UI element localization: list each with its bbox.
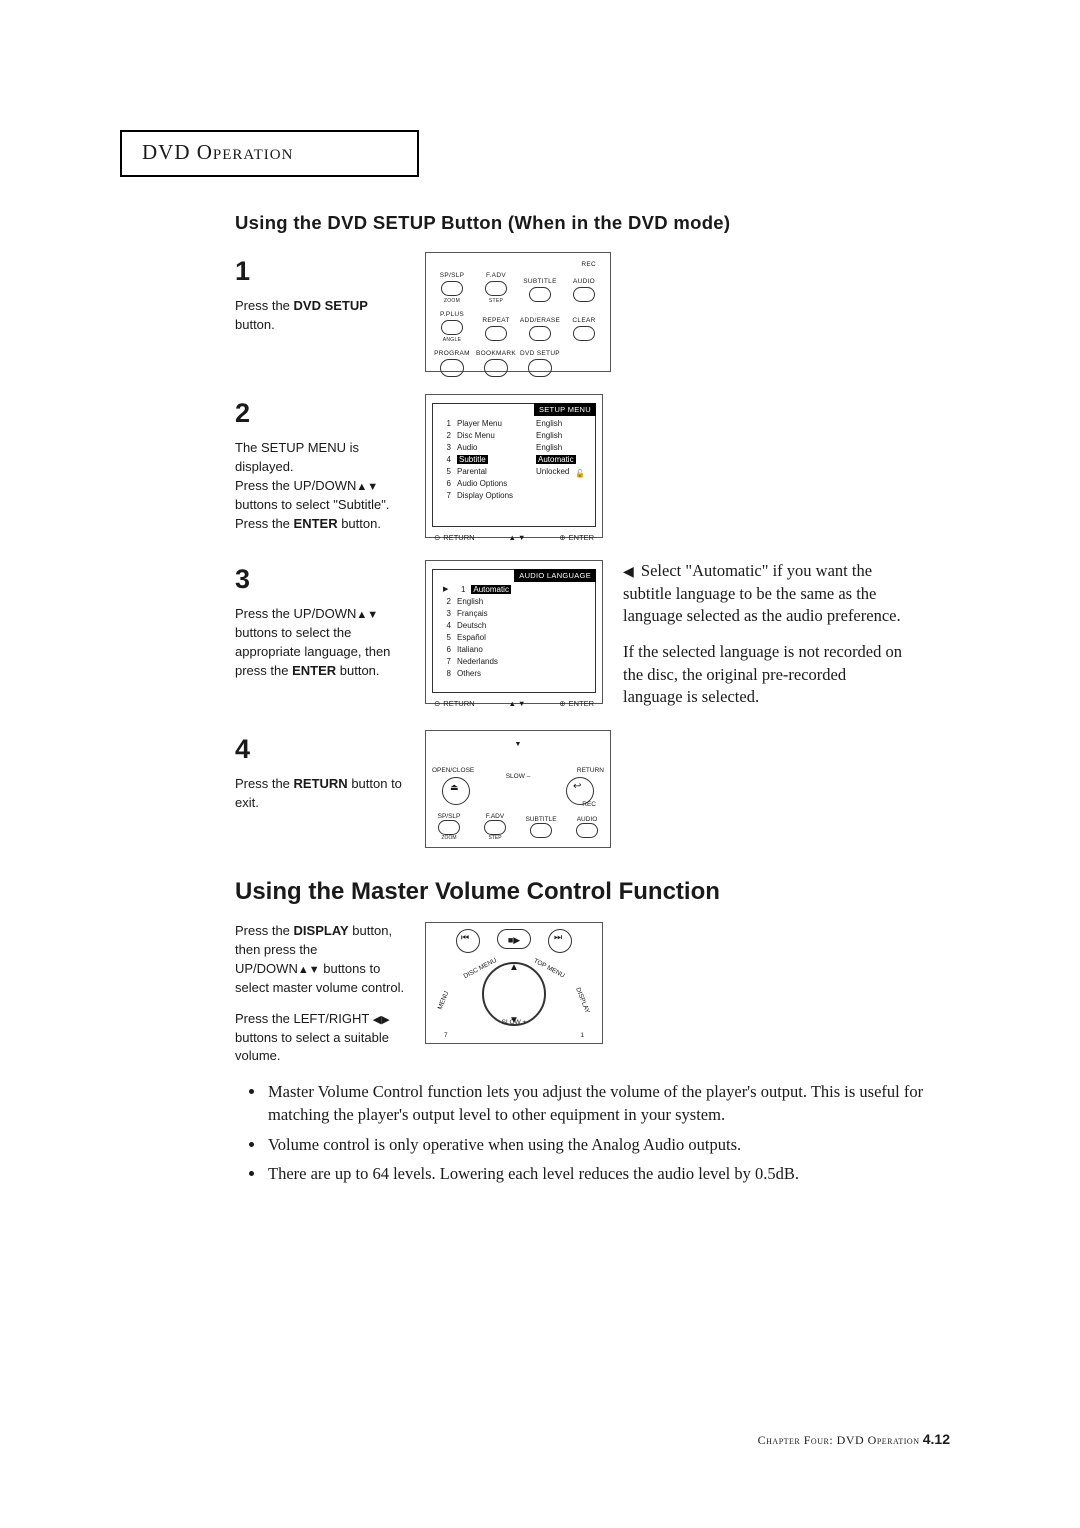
audio-lang-title: AUDIO LANGUAGE xyxy=(514,569,596,582)
setup-menu-item[interactable]: 5ParentalUnlocked xyxy=(443,466,589,478)
stop-play-button[interactable] xyxy=(497,929,531,949)
updown-icon: ▲ ▼ xyxy=(508,533,525,542)
audio-lang-item[interactable]: 4Deutsch xyxy=(443,620,589,632)
leftright-icon: ◀▶ xyxy=(373,1014,390,1026)
rec-label: REC xyxy=(430,259,606,270)
setup-menu-item[interactable]: 6Audio Options xyxy=(443,478,589,490)
bullet-item: Volume control is only operative when us… xyxy=(266,1133,966,1156)
audio-lang-item[interactable]: 6Italiano xyxy=(443,644,589,656)
page-footer: Chapter Four: DVD Operation 4.12 xyxy=(758,1431,950,1448)
step-3-note: Select "Automatic" if you want the subti… xyxy=(623,560,903,708)
return-icon: ⊙ xyxy=(434,533,440,542)
audio-lang-item[interactable]: 1Automatic xyxy=(443,584,589,596)
setup-menu-item[interactable]: 3AudioEnglish xyxy=(443,442,589,454)
angle-button[interactable] xyxy=(441,320,463,335)
audio-lang-item[interactable]: 5Español xyxy=(443,632,589,644)
step-button[interactable] xyxy=(485,281,507,296)
prev-button[interactable] xyxy=(456,929,480,953)
step-1-text: 1 Press the DVD SETUP button. xyxy=(235,252,405,335)
step-button[interactable] xyxy=(484,820,506,835)
adderase-button[interactable] xyxy=(529,326,551,341)
audio-lang-item[interactable]: 7Nederlands xyxy=(443,656,589,668)
updown-icon: ▲▼ xyxy=(356,481,378,493)
unlocked-icon xyxy=(575,468,585,476)
step-2: 2 The SETUP MENU is displayed. Press the… xyxy=(235,394,970,538)
dpad[interactable]: ▲▼ xyxy=(482,962,546,1026)
updown-icon: ▲ ▼ xyxy=(508,699,525,708)
remote-panel-volume: ▲▼ DISC MENU TOP MENU MENU DISPLAY SLOW … xyxy=(425,922,603,1044)
audio-button[interactable] xyxy=(576,823,598,838)
audio-button[interactable] xyxy=(573,287,595,302)
setup-menu-panel: SETUP MENU 1Player MenuEnglish2Disc Menu… xyxy=(425,394,603,538)
audio-lang-item[interactable]: 8Others xyxy=(443,668,589,680)
step-2-number: 2 xyxy=(235,394,405,433)
setup-menu-item[interactable]: 7Display Options xyxy=(443,490,589,502)
section-title-1: Using the DVD SETUP Button (When in the … xyxy=(235,212,970,234)
bullet-list: Master Volume Control function lets you … xyxy=(250,1080,966,1184)
chapter-header: DVD Operation xyxy=(120,130,419,177)
page: DVD Operation Using the DVD SETUP Button… xyxy=(0,0,1080,1528)
step-2-text: 2 The SETUP MENU is displayed. Press the… xyxy=(235,394,405,533)
updown-icon: ▲▼ xyxy=(298,964,320,976)
dvdsetup-button[interactable] xyxy=(528,359,552,377)
chapter-header-text: DVD Operation xyxy=(142,140,293,164)
step-1-number: 1 xyxy=(235,252,405,291)
step-3-text: 3 Press the UP/DOWN▲▼ buttons to select … xyxy=(235,560,405,681)
enter-icon: ⊕ xyxy=(559,533,565,542)
clear-button[interactable] xyxy=(573,326,595,341)
step-4-number: 4 xyxy=(235,730,405,769)
step-3: 3 Press the UP/DOWN▲▼ buttons to select … xyxy=(235,560,970,708)
open-close-button[interactable] xyxy=(442,777,470,805)
zoom-button[interactable] xyxy=(438,820,460,835)
left-triangle-icon xyxy=(623,561,637,580)
step-4: 4 Press the RETURN button to exit. ▼ OPE… xyxy=(235,730,970,848)
bullet-item: Master Volume Control function lets you … xyxy=(266,1080,966,1126)
bookmark-button[interactable] xyxy=(484,359,508,377)
audio-lang-item[interactable]: 2English xyxy=(443,596,589,608)
zoom-button[interactable] xyxy=(441,281,463,296)
setup-menu-item[interactable]: 2Disc MenuEnglish xyxy=(443,430,589,442)
repeat-button[interactable] xyxy=(485,326,507,341)
volume-instructions: Press the DISPLAY button, then press the… xyxy=(235,922,405,1066)
remote-panel-4: ▼ OPEN/CLOSE RETURN SLOW – REC SP/SLPZOO… xyxy=(425,730,611,848)
setup-menu-title: SETUP MENU xyxy=(534,403,596,416)
return-icon: ⊙ xyxy=(434,699,440,708)
remote-panel-1: REC SP/SLPZOOM F.ADVSTEP SUBTITLE AUDIO … xyxy=(425,252,611,372)
bullet-item: There are up to 64 levels. Lowering each… xyxy=(266,1162,966,1185)
step-4-text: 4 Press the RETURN button to exit. xyxy=(235,730,405,813)
next-button[interactable] xyxy=(548,929,572,953)
program-button[interactable] xyxy=(440,359,464,377)
subtitle-button[interactable] xyxy=(530,823,552,838)
subtitle-button[interactable] xyxy=(529,287,551,302)
updown-icon: ▲▼ xyxy=(356,609,378,621)
section-title-2: Using the Master Volume Control Function xyxy=(235,878,970,906)
volume-row: Press the DISPLAY button, then press the… xyxy=(235,922,970,1066)
step-3-number: 3 xyxy=(235,560,405,599)
audio-lang-item[interactable]: 3Français xyxy=(443,608,589,620)
setup-menu-item[interactable]: 4SubtitleAutomatic xyxy=(443,454,589,466)
step-1: 1 Press the DVD SETUP button. REC SP/SLP… xyxy=(235,252,970,372)
audio-language-panel: AUDIO LANGUAGE 1Automatic2English3França… xyxy=(425,560,603,704)
setup-menu-item[interactable]: 1Player MenuEnglish xyxy=(443,418,589,430)
steps: 1 Press the DVD SETUP button. REC SP/SLP… xyxy=(235,252,970,848)
enter-icon: ⊕ xyxy=(559,699,565,708)
